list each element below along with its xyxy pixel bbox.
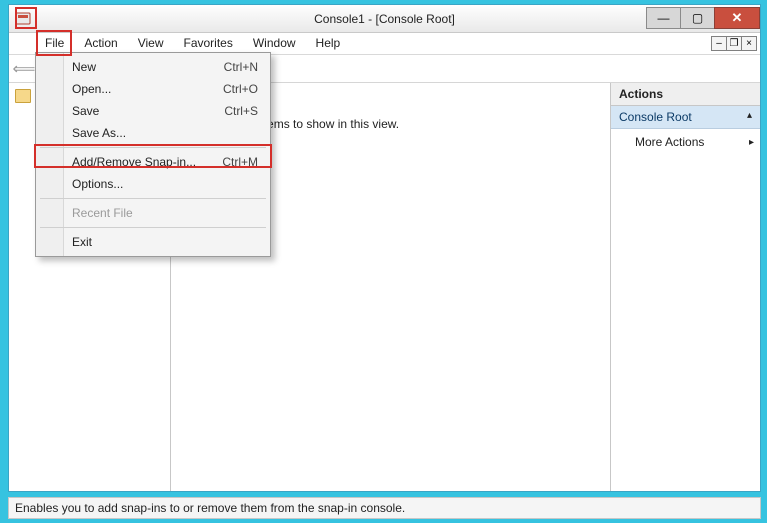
actions-header: Actions — [611, 83, 760, 106]
actions-more-actions[interactable]: More Actions ▸ — [611, 129, 760, 155]
actions-pane: Actions Console Root ▴ More Actions ▸ — [610, 83, 760, 491]
menu-item-recent-file: Recent File — [64, 202, 270, 224]
folder-icon — [15, 89, 31, 103]
menu-window[interactable]: Window — [243, 33, 306, 54]
actions-section-console-root[interactable]: Console Root ▴ — [611, 106, 760, 129]
minimize-button[interactable]: — — [646, 7, 680, 29]
menu-action[interactable]: Action — [74, 33, 127, 54]
menu-item-label: Exit — [72, 235, 92, 249]
statusbar: Enables you to add snap-ins to or remove… — [8, 497, 761, 519]
menu-item-save-as[interactable]: Save As... — [64, 122, 270, 144]
status-text: Enables you to add snap-ins to or remove… — [15, 501, 405, 515]
menu-item-label: Add/Remove Snap-in... — [72, 155, 196, 169]
menu-item-shortcut: Ctrl+S — [224, 104, 258, 118]
nav-back-button[interactable]: ⟸ — [13, 59, 35, 79]
menu-item-label: Save As... — [72, 126, 126, 140]
mdi-minimize-button[interactable]: – — [711, 36, 727, 51]
menu-item-shortcut: Ctrl+N — [224, 60, 258, 74]
collapse-icon: ▴ — [747, 110, 752, 124]
window-controls: — ▢ ✕ — [646, 8, 760, 30]
menu-help[interactable]: Help — [306, 33, 351, 54]
submenu-arrow-icon: ▸ — [749, 137, 754, 148]
close-button[interactable]: ✕ — [714, 7, 760, 29]
mdi-close-button[interactable]: × — [741, 36, 757, 51]
menu-item-exit[interactable]: Exit — [64, 231, 270, 253]
menu-item-shortcut: Ctrl+O — [223, 82, 258, 96]
mmc-app-icon — [15, 11, 31, 27]
menu-separator — [40, 227, 266, 228]
menu-separator — [40, 147, 266, 148]
actions-item-label: More Actions — [635, 135, 704, 149]
menu-item-new[interactable]: New Ctrl+N — [64, 56, 270, 78]
menu-item-add-remove-snapin[interactable]: Add/Remove Snap-in... Ctrl+M — [64, 151, 270, 173]
mdi-controls: – ❐ × — [712, 33, 760, 54]
menu-item-label: Open... — [72, 82, 111, 96]
menu-gutter — [36, 53, 64, 256]
menu-item-save[interactable]: Save Ctrl+S — [64, 100, 270, 122]
mdi-restore-button[interactable]: ❐ — [726, 36, 742, 51]
menu-item-label: New — [72, 60, 96, 74]
menu-item-shortcut: Ctrl+M — [222, 155, 258, 169]
actions-section-label: Console Root — [619, 110, 692, 124]
maximize-button[interactable]: ▢ — [680, 7, 714, 29]
menu-file[interactable]: File — [35, 33, 74, 54]
menu-item-open[interactable]: Open... Ctrl+O — [64, 78, 270, 100]
file-menu-dropdown: New Ctrl+N Open... Ctrl+O Save Ctrl+S Sa… — [35, 52, 271, 257]
titlebar: Console1 - [Console Root] — ▢ ✕ — [9, 5, 760, 33]
menu-item-label: Recent File — [72, 206, 133, 220]
menu-separator — [40, 198, 266, 199]
menu-favorites[interactable]: Favorites — [174, 33, 243, 54]
menu-view[interactable]: View — [128, 33, 174, 54]
menu-item-label: Save — [72, 104, 99, 118]
menu-item-label: Options... — [72, 177, 123, 191]
menu-item-options[interactable]: Options... — [64, 173, 270, 195]
